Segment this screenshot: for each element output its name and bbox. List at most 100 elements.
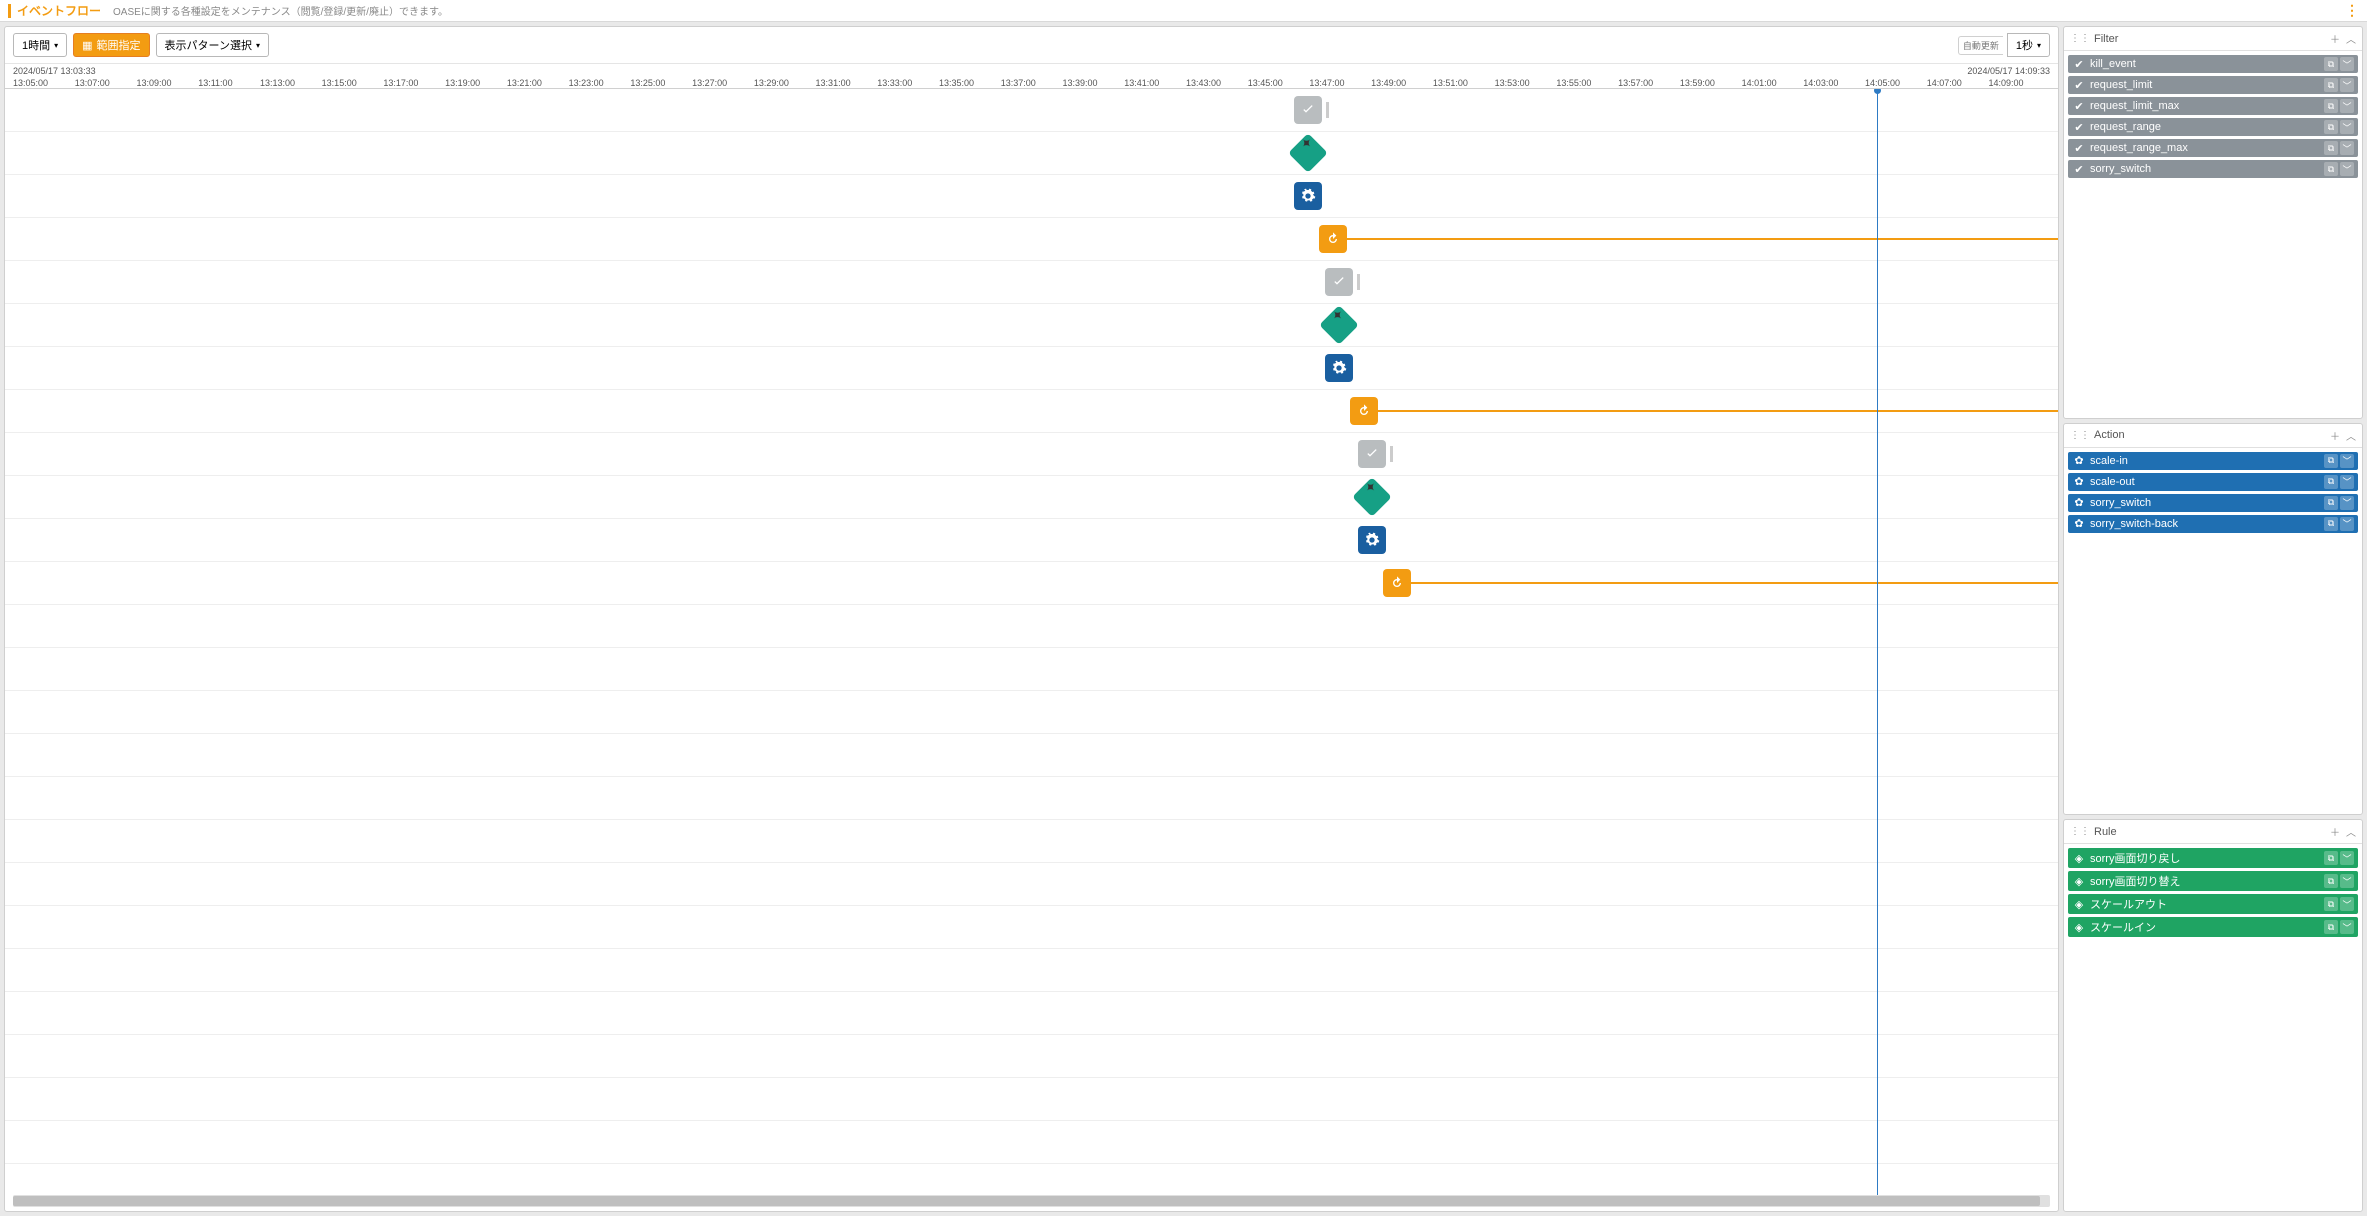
timeline-body[interactable]: ✦ ✦ ✦ [5,89,2058,1195]
pattern-dropdown[interactable]: 表示パターン選択 ▾ [156,33,269,57]
expand-icon[interactable]: ﹀ [2340,496,2354,510]
time-tick: 13:47:00 [1309,78,1371,88]
list-item[interactable]: ✿ scale-out ⧉﹀ [2068,473,2358,491]
timeline-event[interactable] [1350,397,1378,425]
timeline-event[interactable] [1325,354,1353,382]
gear-icon: ✿ [2072,475,2086,488]
timeline-event[interactable] [1358,440,1393,468]
time-tick: 13:37:00 [1001,78,1063,88]
list-item[interactable]: ✿sorry_switch-back⧉﹀ [2068,515,2358,533]
check-icon [1294,96,1322,124]
panel-collapse-icon[interactable]: ︿ [2346,428,2356,443]
list-item[interactable]: ◈sorry画面切り替え⧉﹀ [2068,871,2358,891]
list-item[interactable]: ✔sorry_switch⧉﹀ [2068,160,2358,178]
expand-icon[interactable]: ﹀ [2340,99,2354,113]
timeline-event[interactable] [1383,569,1411,597]
panel-collapse-icon[interactable]: ︿ [2346,824,2356,839]
timeline-event[interactable]: ✦ [1358,483,1386,511]
timeline-event[interactable]: ✦ [1294,139,1322,167]
interval-label: 1秒 [2016,37,2033,53]
time-tick: 13:33:00 [877,78,939,88]
expand-icon[interactable]: ﹀ [2340,920,2354,934]
list-item[interactable]: ✿sorry_switch⧉﹀ [2068,494,2358,512]
list-item[interactable]: ✔request_limit_max⧉﹀ [2068,97,2358,115]
check-icon: ✔ [2072,100,2086,113]
open-icon[interactable]: ⧉ [2324,454,2338,468]
time-tick: 13:53:00 [1495,78,1557,88]
time-tick: 13:21:00 [507,78,569,88]
check-icon: ✔ [2072,121,2086,134]
list-item[interactable]: ✔request_range⧉﹀ [2068,118,2358,136]
open-icon[interactable]: ⧉ [2324,920,2338,934]
expand-icon[interactable]: ﹀ [2340,454,2354,468]
expand-icon[interactable]: ﹀ [2340,517,2354,531]
timeline-event[interactable] [1294,182,1322,210]
list-item-label: scale-out [2090,476,2135,488]
check-icon: ✔ [2072,163,2086,176]
page-subtitle: OASEに関する各種設定をメンテナンス（閲覧/登録/更新/廃止）できます。 [113,3,448,18]
gear-icon [1294,182,1322,210]
open-icon[interactable]: ⧉ [2324,120,2338,134]
drag-handle-icon[interactable]: ⋮⋮ [2070,826,2090,837]
horizontal-scrollbar[interactable] [13,1195,2050,1207]
caret-down-icon: ▾ [256,41,260,50]
open-icon[interactable]: ⧉ [2324,496,2338,510]
caret-down-icon: ▾ [54,41,58,50]
range-set-button[interactable]: ▦ 範囲指定 [73,33,149,57]
expand-icon[interactable]: ﹀ [2340,78,2354,92]
open-icon[interactable]: ⧉ [2324,874,2338,888]
expand-icon[interactable]: ﹀ [2340,141,2354,155]
timeline-event[interactable] [1358,526,1386,554]
time-tick: 13:09:00 [136,78,198,88]
scrollbar-thumb[interactable] [13,1196,2040,1206]
timeline-event[interactable] [1319,225,1347,253]
drag-handle-icon[interactable]: ⋮⋮ [2070,33,2090,44]
time-tick: 13:39:00 [1062,78,1124,88]
timeline-event[interactable]: ✦ [1325,311,1353,339]
panel-add-icon[interactable]: ＋ [2330,428,2340,443]
list-item[interactable]: ◈スケールアウト⧉﹀ [2068,894,2358,914]
list-item[interactable]: ✔request_limit⧉﹀ [2068,76,2358,94]
open-icon[interactable]: ⧉ [2324,141,2338,155]
auto-refresh-label: 自動更新 [1958,36,2003,55]
timeline-event[interactable] [1294,96,1329,124]
header-accent [8,4,11,18]
timeline-header: 2024/05/17 13:03:33 2024/05/17 14:09:33 … [5,64,2058,89]
time-tick: 13:27:00 [692,78,754,88]
list-item[interactable]: ◈スケールイン⧉﹀ [2068,917,2358,937]
timeline-event[interactable] [1325,268,1360,296]
expand-icon[interactable]: ﹀ [2340,162,2354,176]
kebab-menu-icon[interactable]: ⋮ [2345,2,2359,19]
panel-add-icon[interactable]: ＋ [2330,31,2340,46]
list-item[interactable]: ✔request_range_max⧉﹀ [2068,139,2358,157]
open-icon[interactable]: ⧉ [2324,475,2338,489]
list-item[interactable]: ✿scale-in⧉﹀ [2068,452,2358,470]
expand-icon[interactable]: ﹀ [2340,897,2354,911]
diamond-icon: ◈ [2072,921,2086,934]
interval-dropdown[interactable]: 1秒 ▾ [2007,33,2050,57]
open-icon[interactable]: ⧉ [2324,57,2338,71]
time-tick: 13:45:00 [1248,78,1310,88]
open-icon[interactable]: ⧉ [2324,162,2338,176]
open-icon[interactable]: ⧉ [2324,517,2338,531]
drag-handle-icon[interactable]: ⋮⋮ [2070,430,2090,441]
time-tick: 14:01:00 [1742,78,1804,88]
expand-icon[interactable]: ﹀ [2340,851,2354,865]
open-icon[interactable]: ⧉ [2324,897,2338,911]
diamond-icon: ✦ [1288,133,1328,173]
list-item-label: request_range_max [2090,142,2188,154]
time-tick: 13:15:00 [322,78,384,88]
expand-icon[interactable]: ﹀ [2340,57,2354,71]
panel-add-icon[interactable]: ＋ [2330,824,2340,839]
expand-icon[interactable]: ﹀ [2340,475,2354,489]
filter-panel: ⋮⋮ Filter ＋ ︿ ✔kill_event⧉﹀✔request_limi… [2063,26,2363,419]
expand-icon[interactable]: ﹀ [2340,874,2354,888]
open-icon[interactable]: ⧉ [2324,851,2338,865]
expand-icon[interactable]: ﹀ [2340,120,2354,134]
open-icon[interactable]: ⧉ [2324,78,2338,92]
range-dropdown[interactable]: 1時間 ▾ [13,33,67,57]
list-item[interactable]: ✔kill_event⧉﹀ [2068,55,2358,73]
panel-collapse-icon[interactable]: ︿ [2346,31,2356,46]
open-icon[interactable]: ⧉ [2324,99,2338,113]
list-item[interactable]: ◈sorry画面切り戻し⧉﹀ [2068,848,2358,868]
